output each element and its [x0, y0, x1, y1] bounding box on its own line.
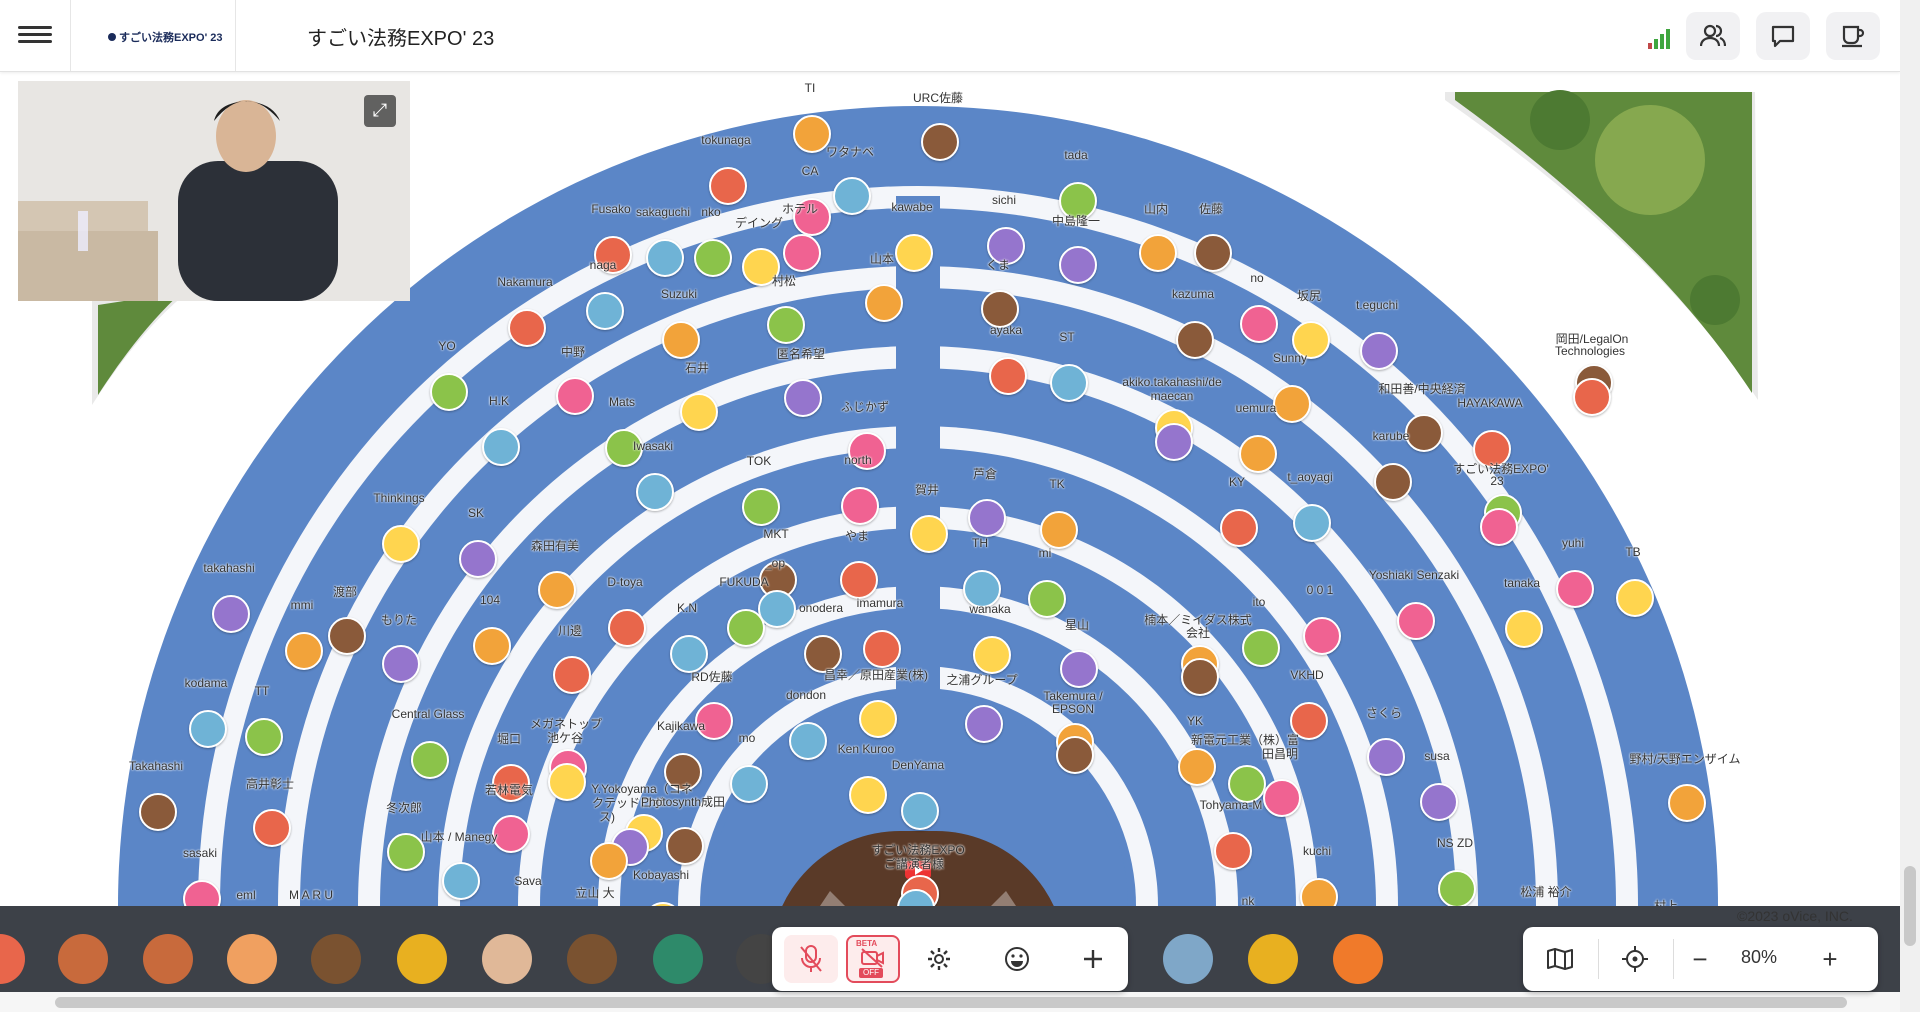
horizontal-scrollbar[interactable]	[0, 992, 1900, 1012]
participant-avatar[interactable]	[311, 934, 361, 984]
coffee-break-button[interactable]	[1826, 12, 1880, 60]
participant-avatar[interactable]	[567, 934, 617, 984]
reaction-button[interactable]	[990, 935, 1044, 983]
top-header: すごい法務EXPO' 23 すごい法務EXPO' 23	[0, 0, 1900, 72]
scrollbar-thumb[interactable]	[55, 997, 1847, 1008]
crosshair-icon	[1622, 946, 1648, 972]
event-title: すごい法務EXPO' 23	[307, 28, 495, 50]
participant-avatar[interactable]	[143, 934, 193, 984]
scrollbar-thumb[interactable]	[1904, 866, 1916, 946]
mic-off-icon	[800, 945, 822, 972]
participant-avatar[interactable]	[1333, 934, 1383, 984]
zoom-in-button[interactable]: +	[1805, 935, 1855, 983]
more-options-button[interactable]	[1066, 935, 1120, 983]
camera-toggle[interactable]: BETA OFF	[846, 935, 900, 983]
map-zoom-controls: − 80% +	[1523, 927, 1878, 991]
participant-avatar[interactable]	[1248, 934, 1298, 984]
media-controls: BETA OFF	[772, 927, 1128, 991]
camera-off-icon	[861, 948, 884, 968]
participant-avatar[interactable]	[58, 934, 108, 984]
zoom-level: 80%	[1740, 947, 1778, 967]
expand-icon: ⤢	[372, 100, 388, 120]
plus-icon	[1084, 950, 1102, 968]
header-divider	[235, 0, 236, 71]
participant-avatar[interactable]	[0, 934, 25, 984]
divider	[1673, 939, 1674, 979]
participant-avatar[interactable]	[653, 934, 703, 984]
off-badge: OFF	[859, 968, 883, 978]
speaker-video-panel: ⤢	[18, 81, 410, 301]
gear-icon	[928, 948, 950, 970]
chat-button[interactable]	[1756, 12, 1810, 60]
participants-icon	[1700, 24, 1726, 47]
participants-button[interactable]	[1686, 12, 1740, 60]
participant-avatar[interactable]	[227, 934, 277, 984]
microphone-toggle[interactable]	[784, 935, 838, 983]
chat-icon	[1771, 25, 1795, 48]
locate-me-button[interactable]	[1610, 935, 1660, 983]
menu-icon[interactable]	[18, 22, 52, 48]
participant-avatar[interactable]	[397, 934, 447, 984]
signal-icon	[1648, 27, 1674, 49]
smiley-icon	[1005, 947, 1029, 971]
vertical-scrollbar[interactable]	[1900, 0, 1920, 1012]
copyright-text: ©2023 oVice, INC.	[1737, 908, 1853, 924]
header-divider	[70, 0, 71, 71]
settings-button[interactable]	[912, 935, 966, 983]
map-overview-button[interactable]	[1535, 935, 1585, 983]
zoom-out-button[interactable]: −	[1675, 935, 1725, 983]
beta-badge: BETA	[856, 939, 878, 948]
map-icon	[1547, 948, 1573, 970]
participant-avatar[interactable]	[1163, 934, 1213, 984]
participant-avatar[interactable]	[482, 934, 532, 984]
coffee-break-icon	[1842, 25, 1865, 48]
divider	[1598, 939, 1599, 979]
event-logo: すごい法務EXPO' 23	[108, 29, 222, 45]
expand-video-button[interactable]: ⤢	[364, 95, 396, 127]
